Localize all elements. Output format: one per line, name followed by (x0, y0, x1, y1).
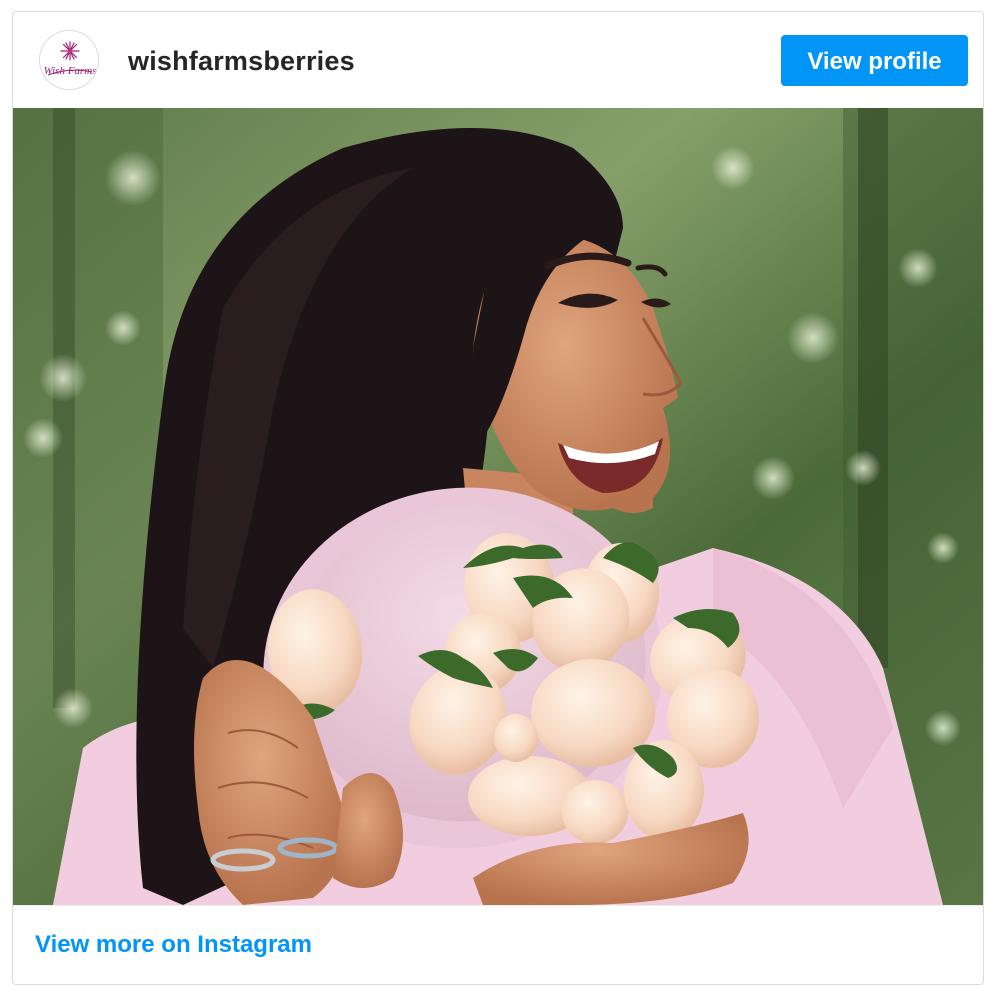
username-link[interactable]: wishfarmsberries (128, 46, 355, 76)
post-footer: View more on Instagram (13, 905, 983, 984)
post-photo[interactable] (13, 108, 983, 905)
wish-farms-logo-icon: Wish Farms (44, 41, 97, 77)
view-profile-button[interactable]: View profile (781, 35, 968, 86)
post-image (13, 108, 983, 905)
post-header: Wish Farms wishfarmsberries View profile (13, 12, 983, 108)
svg-text:Wish Farms: Wish Farms (44, 65, 97, 77)
avatar[interactable]: Wish Farms (39, 30, 99, 90)
view-more-on-instagram-link[interactable]: View more on Instagram (35, 930, 312, 960)
instagram-embed: Wish Farms wishfarmsberries View profile (12, 11, 984, 985)
